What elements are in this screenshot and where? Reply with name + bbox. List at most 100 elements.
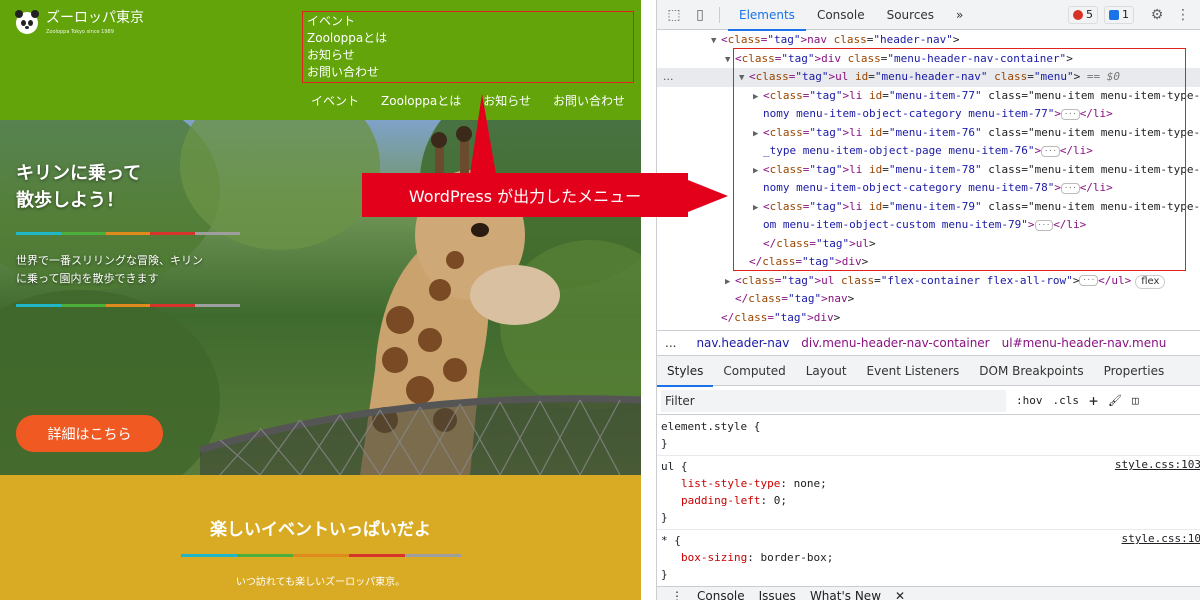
dom-node-text: </class="tag">div> bbox=[721, 310, 841, 324]
callout-label: WordPress が出力したメニュー bbox=[362, 173, 688, 217]
dom-node-line[interactable]: </class="tag">div> bbox=[657, 309, 1200, 328]
tab-console[interactable]: Console bbox=[806, 0, 876, 30]
events-section-title: 楽しいイベントいっぱいだよ bbox=[210, 520, 431, 540]
hero-title-line-1: キリンに乗って bbox=[16, 163, 142, 184]
css-property: list-style-type bbox=[681, 477, 781, 490]
more-tabs-button[interactable]: » bbox=[945, 0, 974, 30]
dom-node-text: <class="tag">ul class="flex-container fl… bbox=[735, 273, 1080, 287]
css-rule-close: } bbox=[661, 568, 668, 581]
breadcrumb-ul[interactable]: ul#menu-header-nav.menu bbox=[1002, 336, 1167, 350]
hero-rainbow-divider-bottom bbox=[16, 304, 240, 307]
dom-node-line[interactable]: ▼ <class="tag">nav class="header-nav"> bbox=[657, 31, 1200, 50]
close-icon[interactable]: ✕ bbox=[895, 587, 905, 600]
tab-computed[interactable]: Computed bbox=[713, 356, 795, 386]
site-logo[interactable]: ズーロッパ東京 Zooloppa Tokyo since 1989 bbox=[15, 10, 144, 36]
dom-node-text: </class="tag">nav> bbox=[735, 292, 855, 305]
website-viewport: ズーロッパ東京 Zooloppa Tokyo since 1989 イベント Z… bbox=[0, 0, 641, 600]
tab-elements[interactable]: Elements bbox=[728, 0, 806, 31]
tab-styles[interactable]: Styles bbox=[657, 356, 714, 387]
fence-illustration bbox=[200, 395, 641, 475]
wordpress-menu: イベント Zooloppaとは お知らせ お問い合わせ bbox=[302, 11, 634, 83]
dom-node-line[interactable]: ▶ <class="tag">ul class="flex-container f… bbox=[657, 272, 1200, 291]
css-value: border-box bbox=[760, 551, 827, 564]
site-header: ズーロッパ東京 Zooloppa Tokyo since 1989 イベント Z… bbox=[0, 0, 641, 120]
css-value: none bbox=[793, 477, 821, 490]
css-source-link[interactable]: style.css:103 bbox=[1115, 458, 1200, 471]
wp-menu-item-news[interactable]: お知らせ bbox=[307, 47, 629, 64]
expanded-triangle-icon[interactable]: ▼ bbox=[711, 32, 721, 51]
styles-rules: element.style {} ul {style.css:103 list-st… bbox=[657, 416, 1200, 584]
hero-desc-line-2: に乗って園内を散歩できます bbox=[16, 272, 159, 285]
tab-sources[interactable]: Sources bbox=[876, 0, 945, 30]
tab-dom-breakpoints[interactable]: DOM Breakpoints bbox=[969, 356, 1093, 386]
class-toggle[interactable]: .cls bbox=[1053, 394, 1080, 407]
css-rule[interactable]: * {style.css:10 box-sizing: border-box;} bbox=[657, 530, 1200, 584]
breadcrumb-div[interactable]: div.menu-header-nav-container bbox=[801, 336, 989, 350]
drawer-tab-console[interactable]: Console bbox=[697, 587, 745, 600]
css-rule[interactable]: element.style {} bbox=[657, 416, 1200, 456]
nav-link-event[interactable]: イベント bbox=[311, 92, 359, 109]
css-rule[interactable]: ul {style.css:103 list-style-type: none; p… bbox=[657, 456, 1200, 530]
css-selector[interactable]: * { bbox=[661, 532, 1197, 549]
nav-link-about[interactable]: Zooloppaとは bbox=[381, 92, 461, 109]
wp-menu-item-event[interactable]: イベント bbox=[307, 13, 629, 30]
hero-description: 世界で一番スリリングな冒険、キリン に乗って園内を散歩できます bbox=[16, 252, 246, 288]
collapsed-triangle-icon[interactable]: ▶ bbox=[725, 273, 735, 292]
panda-logo-icon bbox=[15, 10, 39, 34]
inspect-element-icon[interactable]: ⬚ bbox=[665, 6, 683, 24]
css-selector[interactable]: element.style { bbox=[661, 418, 1197, 435]
dom-node-closing-tag: </ul> bbox=[1098, 273, 1132, 287]
tab-properties[interactable]: Properties bbox=[1094, 356, 1175, 386]
css-declaration[interactable]: list-style-type: none; bbox=[661, 475, 1197, 492]
wp-menu-item-contact[interactable]: お問い合わせ bbox=[307, 64, 629, 81]
tab-layout[interactable]: Layout bbox=[796, 356, 857, 386]
logo-subtitle: Zooloppa Tokyo since 1989 bbox=[46, 29, 114, 35]
paint-brush-icon[interactable]: 🖌 bbox=[1108, 394, 1122, 407]
drawer-tab-whats-new[interactable]: What's New bbox=[810, 587, 881, 600]
styles-filter-bar: :hov .cls + 🖌 ◫ bbox=[657, 387, 1200, 415]
tab-event-listeners[interactable]: Event Listeners bbox=[857, 356, 970, 386]
breadcrumb-ellipsis[interactable]: ... bbox=[665, 336, 676, 350]
css-source-link[interactable]: style.css:10 bbox=[1122, 532, 1200, 545]
wp-menu-item-about[interactable]: Zooloppaとは bbox=[307, 30, 629, 47]
hover-state-toggle[interactable]: :hov bbox=[1016, 394, 1043, 407]
gear-icon[interactable]: ⚙ bbox=[1148, 6, 1166, 24]
hero-title: キリンに乗って 散歩しよう！ bbox=[16, 160, 246, 214]
styles-filter-input[interactable] bbox=[661, 389, 1006, 412]
message-icon bbox=[1109, 9, 1119, 20]
css-property: padding-left bbox=[681, 494, 761, 507]
css-rule-close: } bbox=[661, 511, 668, 524]
message-count: 1 bbox=[1122, 8, 1129, 21]
device-toolbar-icon[interactable]: ▯ bbox=[691, 6, 709, 24]
flex-badge[interactable]: flex bbox=[1135, 274, 1166, 289]
collapsed-children-icon[interactable]: ··· bbox=[1079, 275, 1099, 286]
error-icon bbox=[1073, 9, 1083, 20]
drawer-menu-icon[interactable]: ⋮ bbox=[671, 587, 683, 600]
sidebar-toggle-icon[interactable]: ◫ bbox=[1132, 394, 1139, 407]
css-rule-close: } bbox=[661, 437, 668, 450]
css-declaration[interactable]: padding-left: 0; bbox=[661, 492, 1197, 509]
error-count: 5 bbox=[1086, 8, 1093, 21]
devtools-drawer-tabs: ⋮ Console Issues What's New ✕ bbox=[657, 586, 1200, 600]
logo-title: ズーロッパ東京 bbox=[46, 10, 144, 26]
details-button[interactable]: 詳細はこちら bbox=[16, 415, 163, 452]
breadcrumb-nav[interactable]: nav.header-nav bbox=[696, 336, 789, 350]
filter-tools: :hov .cls + 🖌 ◫ bbox=[1016, 392, 1149, 410]
error-count-badge[interactable]: 5 bbox=[1068, 5, 1098, 24]
events-section: 楽しいイベントいっぱいだよ いつ訪れても楽しいズーロッパ東京。 bbox=[0, 475, 641, 600]
message-count-badge[interactable]: 1 bbox=[1104, 5, 1134, 24]
new-rule-button[interactable]: + bbox=[1089, 392, 1098, 410]
drawer-tab-issues[interactable]: Issues bbox=[759, 587, 796, 600]
kebab-menu-icon[interactable]: ⋮ bbox=[1174, 6, 1192, 24]
css-declaration[interactable]: box-sizing: border-box; bbox=[661, 549, 1197, 566]
devtools-toolbar: ⬚ ▯ Elements Console Sources » 5 1 ⚙ ⋮ bbox=[657, 0, 1200, 31]
nav-link-contact[interactable]: お問い合わせ bbox=[553, 92, 625, 109]
dom-node-line[interactable]: </class="tag">nav> bbox=[657, 290, 1200, 309]
wordpress-menu-highlight bbox=[733, 48, 1186, 271]
nav-link-news[interactable]: お知らせ bbox=[483, 92, 531, 109]
styles-pane-tabs: Styles Computed Layout Event Listeners D… bbox=[657, 356, 1200, 387]
dom-gutter-ellipsis[interactable]: ... bbox=[663, 68, 674, 87]
hero-title-line-2: 散歩しよう！ bbox=[16, 190, 124, 211]
hero-desc-line-1: 世界で一番スリリングな冒険、キリン bbox=[16, 254, 203, 267]
hero-rainbow-divider-top bbox=[16, 232, 240, 235]
